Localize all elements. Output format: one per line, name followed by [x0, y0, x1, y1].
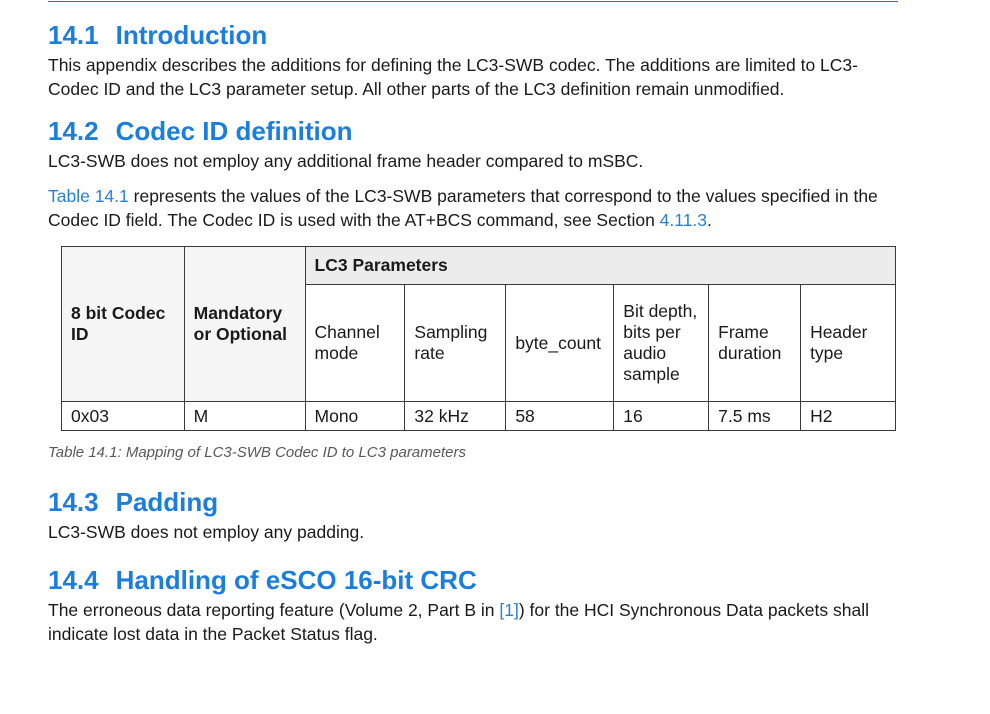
paragraph-text-end: . [707, 210, 712, 230]
header-lc3-parameters: LC3 Parameters [304, 246, 897, 285]
header-header-type: Header type [800, 284, 896, 402]
header-channel-mode: Channel mode [304, 284, 406, 402]
codec-paragraph-1: LC3-SWB does not employ any additional f… [48, 151, 644, 171]
reference-link[interactable]: [1] [499, 600, 518, 620]
cell-sampling-rate: 32 kHz [404, 401, 507, 431]
cell-bit-depth: 16 [613, 401, 710, 431]
table-reference-link[interactable]: Table 14.1 [48, 186, 129, 206]
cell-mandatory: M [183, 401, 306, 431]
heading-esco-crc: 14.4 Handling of eSCO 16-bit CRC [48, 564, 898, 596]
crc-paragraph: The erroneous data reporting feature (Vo… [48, 598, 898, 646]
header-mandatory: Mandatory or Optional [183, 246, 306, 402]
cell-header-type: H2 [800, 401, 896, 431]
section-number: 14.4 [48, 565, 99, 595]
section-title: Introduction [115, 20, 268, 50]
cell-frame-duration: 7.5 ms [708, 401, 802, 431]
heading-codec-id: 14.2 Codec ID definition [48, 115, 898, 147]
padding-paragraph: LC3-SWB does not employ any padding. [48, 522, 365, 542]
top-rule [48, 1, 898, 2]
header-byte-count: byte_count [505, 284, 615, 402]
header-codec-id: 8 bit Codec ID [61, 246, 185, 402]
table-caption: Table 14.1: Mapping of LC3-SWB Codec ID … [48, 444, 466, 461]
document-page: 14.1 Introduction This appendix describes… [48, 16, 898, 646]
section-title: Handling of eSCO 16-bit CRC [115, 565, 477, 595]
table-row: 0x03 M Mono 32 kHz 58 16 7.5 ms H2 [61, 401, 896, 431]
section-reference-link[interactable]: 4.11.3 [660, 210, 707, 230]
section-title: Padding [115, 487, 219, 517]
paragraph-text: represents the values of the LC3-SWB par… [48, 186, 878, 230]
header-frame-duration: Frame duration [708, 284, 802, 402]
paragraph-text: The erroneous data reporting feature (Vo… [48, 600, 500, 620]
section-title: Codec ID definition [115, 116, 353, 146]
header-sampling-rate: Sampling rate [404, 284, 507, 402]
section-number: 14.3 [48, 487, 99, 517]
intro-paragraph: This appendix describes the additions fo… [48, 55, 858, 99]
section-number: 14.1 [48, 20, 99, 50]
cell-byte-count: 58 [505, 401, 615, 431]
header-bit-depth: Bit depth, bits per audio sample [613, 284, 710, 402]
lc3-parameters-table: 8 bit Codec ID Mandatory or Optional LC3… [61, 246, 897, 431]
heading-padding: 14.3 Padding [48, 486, 898, 518]
codec-paragraph-2: Table 14.1 represents the values of the … [48, 184, 898, 232]
cell-channel-mode: Mono [304, 401, 406, 431]
cell-codec-id: 0x03 [61, 401, 185, 431]
heading-introduction: 14.1 Introduction [48, 19, 898, 51]
section-number: 14.2 [48, 116, 99, 146]
